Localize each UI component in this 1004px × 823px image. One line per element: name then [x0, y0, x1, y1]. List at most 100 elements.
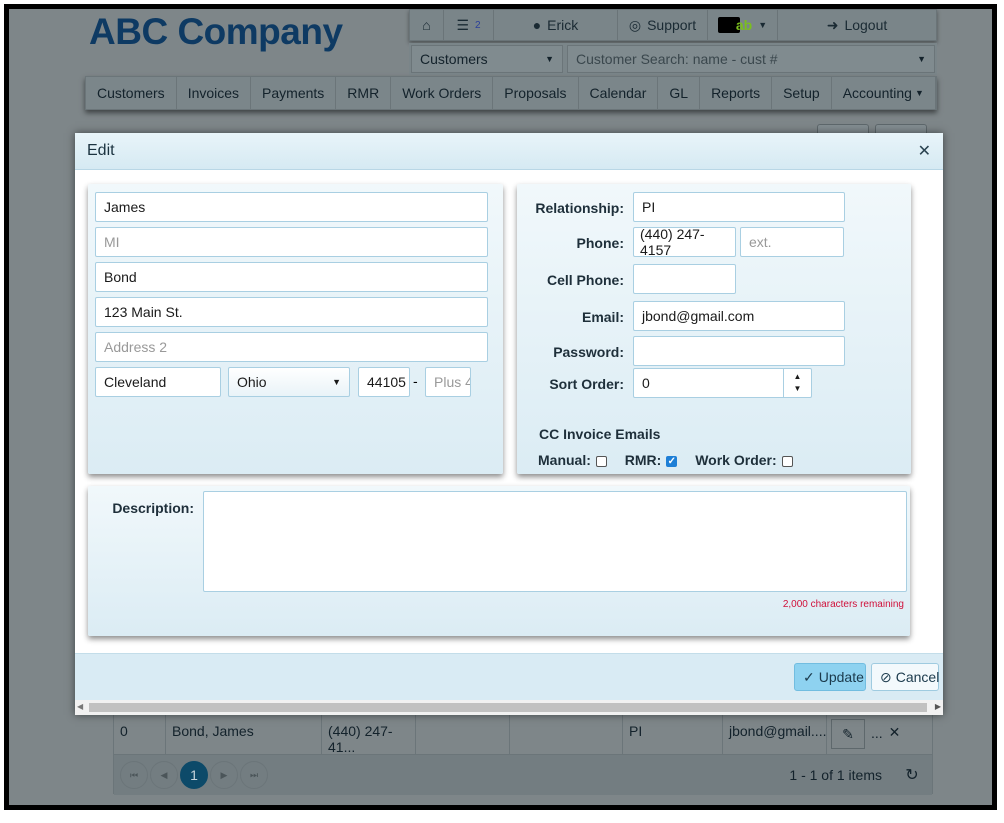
first-page-icon[interactable]: ⏮	[120, 761, 148, 789]
manual-label: Manual:	[538, 452, 591, 468]
first-name-field[interactable]: James	[95, 192, 488, 222]
user-menu[interactable]: ● Erick	[494, 10, 618, 40]
customer-grid: 0 Bond, James (440) 247-41... PI jbond@g…	[113, 714, 933, 795]
nav-rmr[interactable]: RMR	[336, 77, 392, 109]
nav-calendar[interactable]: Calendar	[579, 77, 659, 109]
app-screen: ABC Company ⌂ ☰ 2 ● Erick ◎ Support ab ▼ ➜ Lo…	[9, 9, 992, 805]
cc-checkboxes: Manual: RMR: ✓ Work Order:	[538, 452, 793, 468]
email-label: Email:	[581, 309, 624, 325]
support-button[interactable]: ◎ Support	[618, 10, 708, 40]
description-label: Description:	[112, 500, 194, 516]
last-name-field[interactable]: Bond	[95, 262, 488, 292]
queue-badge: 2	[475, 19, 481, 31]
top-bar: ⌂ ☰ 2 ● Erick ◎ Support ab ▼ ➜ Logout	[409, 9, 937, 41]
cell-phone-label: Cell Phone:	[546, 272, 624, 288]
cc-invoice-emails-title: CC Invoice Emails	[539, 426, 661, 442]
prev-page-icon[interactable]: ◀	[150, 761, 178, 789]
queue-button[interactable]: ☰ 2	[444, 10, 494, 40]
address2-field[interactable]: Address 2	[95, 332, 488, 362]
middle-initial-field[interactable]: MI	[95, 227, 488, 257]
update-button[interactable]: ✓ Update	[794, 663, 866, 691]
scroll-left-icon[interactable]: ◀	[77, 702, 83, 711]
next-page-icon[interactable]: ▶	[210, 761, 238, 789]
nav-accounting[interactable]: Accounting ▼	[832, 77, 936, 109]
cancel-button[interactable]: ⊘ Cancel	[871, 663, 939, 691]
contact-panel: Relationship: PI Phone: (440) 247-4157 e…	[517, 184, 911, 474]
support-label: Support	[647, 17, 697, 33]
nav-reports[interactable]: Reports	[700, 77, 773, 109]
dialog-header: Edit ✕	[75, 133, 943, 170]
delete-ellipsis: ...	[871, 725, 883, 741]
nav-accounting-label: Accounting	[842, 85, 912, 101]
rmr-label: RMR:	[624, 452, 662, 468]
phone-label: Phone:	[576, 235, 624, 251]
work-order-label: Work Order:	[695, 452, 777, 468]
description-textarea[interactable]	[203, 491, 907, 592]
zip-field[interactable]: 44105	[358, 367, 410, 397]
plus4-field[interactable]: Plus 4	[425, 367, 471, 397]
company-logo: ABC Company	[89, 11, 343, 52]
nav-payments[interactable]: Payments	[251, 77, 337, 109]
nav-proposals[interactable]: Proposals	[493, 77, 579, 109]
zip-separator: -	[413, 373, 418, 389]
scroll-right-icon[interactable]: ▶	[935, 702, 941, 711]
phone-field[interactable]: (440) 247-4157	[633, 226, 736, 258]
cell-name: Bond, James	[166, 715, 322, 754]
spinner-arrows-icon[interactable]: ▲ ▼	[783, 369, 811, 397]
cell-email: jbond@gmail....	[723, 715, 827, 754]
state-select[interactable]: Ohio ▼	[228, 367, 350, 397]
email-field[interactable]: jbond@gmail.com	[633, 301, 845, 331]
nav-customers[interactable]: Customers	[86, 77, 177, 109]
relationship-field[interactable]: PI	[633, 192, 845, 222]
cell-cell	[416, 715, 510, 754]
nav-invoices[interactable]: Invoices	[177, 77, 252, 109]
dialog-title: Edit	[87, 142, 115, 159]
nav-work-orders[interactable]: Work Orders	[391, 77, 494, 109]
password-field[interactable]	[633, 336, 845, 366]
city-field[interactable]: Cleveland	[95, 367, 221, 397]
sort-order-value: 0	[642, 375, 650, 391]
scrollbar-thumb[interactable]	[89, 703, 927, 712]
caret-down-icon: ▼	[332, 377, 341, 387]
cell-phone-field[interactable]	[633, 264, 736, 294]
delete-x-icon[interactable]: ✕	[889, 719, 901, 750]
edit-dialog: Edit ✕ James MI Bond 123 Main St. Address…	[75, 133, 943, 715]
last-page-icon[interactable]: ⏭	[240, 761, 268, 789]
module-value: Customers	[420, 51, 488, 67]
home-button[interactable]: ⌂	[410, 10, 444, 40]
address1-field[interactable]: 123 Main St.	[95, 297, 488, 327]
caret-down-icon: ▼	[545, 54, 554, 64]
caret-down-icon: ▼	[758, 20, 768, 30]
logout-button[interactable]: ➜ Logout	[778, 10, 936, 40]
main-nav: Customers Invoices Payments RMR Work Ord…	[85, 76, 937, 110]
pager: ⏮ ◀ 1 ▶ ⏭ 1 - 1 of 1 items ↻	[114, 755, 932, 795]
pager-summary: 1 - 1 of 1 items	[789, 767, 882, 783]
cell-ext	[510, 715, 623, 754]
refresh-icon[interactable]: ↻	[898, 761, 926, 789]
work-order-checkbox[interactable]	[781, 455, 793, 467]
relationship-label: Relationship:	[535, 200, 624, 216]
update-label: Update	[818, 669, 864, 685]
logout-label: Logout	[844, 17, 888, 33]
page-1-button[interactable]: 1	[180, 761, 208, 789]
table-row[interactable]: 0 Bond, James (440) 247-41... PI jbond@g…	[114, 715, 932, 755]
logout-icon: ➜	[826, 16, 839, 33]
cell-phone: (440) 247-41...	[322, 715, 416, 755]
customer-search-input[interactable]: Customer Search: name - cust # ▼	[567, 45, 935, 73]
password-label: Password:	[553, 344, 624, 360]
manual-checkbox[interactable]	[595, 455, 607, 467]
dialog-footer: ✓ Update ⊘ Cancel	[75, 653, 943, 700]
module-select[interactable]: Customers ▼	[411, 45, 563, 73]
quickbooks-menu[interactable]: ab ▼	[708, 10, 778, 40]
search-bar: Customers ▼ Customer Search: name - cust …	[409, 43, 937, 75]
nav-gl[interactable]: GL	[658, 77, 701, 109]
sort-order-stepper[interactable]: 0 ▲ ▼	[633, 368, 812, 398]
horizontal-scrollbar[interactable]: ◀ ▶	[75, 700, 943, 715]
edit-pencil-icon[interactable]: ✎	[831, 719, 865, 749]
nav-setup[interactable]: Setup	[772, 77, 832, 109]
rmr-checkbox[interactable]: ✓	[666, 455, 678, 467]
ext-field[interactable]: ext.	[740, 227, 844, 257]
qb-logo: ab	[735, 17, 753, 33]
search-placeholder: Customer Search: name - cust #	[576, 51, 778, 67]
close-icon[interactable]: ✕	[918, 141, 931, 161]
